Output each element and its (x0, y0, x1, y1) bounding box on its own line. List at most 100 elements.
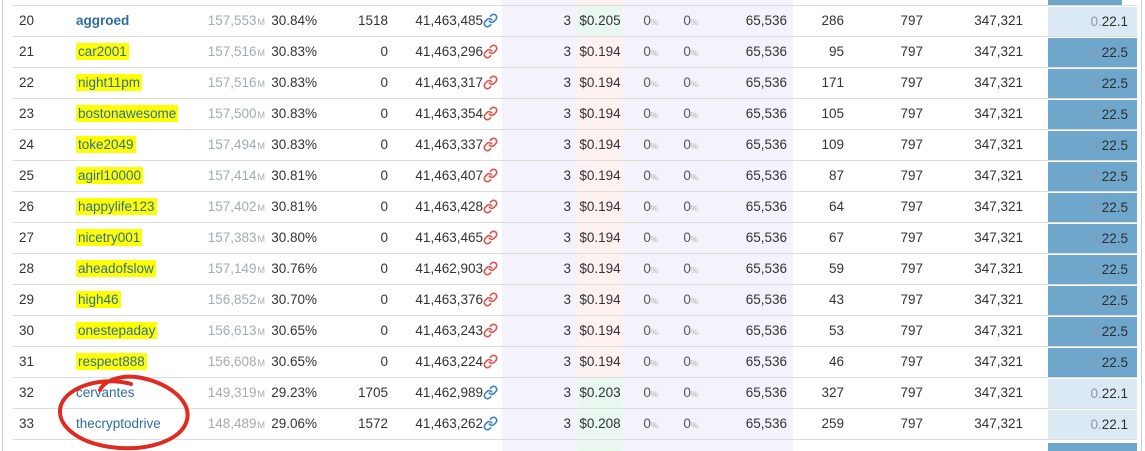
last-block-cell: 41,463,428 (415, 199, 483, 214)
version-prefix: 0. (1090, 76, 1102, 91)
table-row: 20 aggroed 157,553M 30.84% 1518 41,463,4… (13, 5, 1137, 37)
table-row: 29 high46 156,852M 30.70% 0 41,463,376 3… (13, 284, 1137, 316)
link-icon[interactable] (481, 130, 499, 160)
rank-cell: 20 (18, 13, 34, 28)
username-link[interactable]: respect888 (76, 353, 147, 370)
rank-cell: 22 (18, 75, 34, 90)
block-size-cell: 65,536 (745, 323, 787, 338)
col-c-cell: 347,321 (974, 168, 1023, 183)
last-block-cell: 41,462,989 (415, 385, 483, 400)
votes-unit: M (257, 17, 266, 27)
col-c-cell: 347,321 (974, 44, 1023, 59)
version-cell: 0.22.5 (1048, 286, 1137, 315)
username-link[interactable]: happylife123 (76, 198, 157, 215)
apr-value-1: 0 (643, 230, 651, 245)
missed-blocks-cell: 1705 (357, 385, 388, 400)
link-icon[interactable] (481, 161, 499, 191)
last-block-cell: 41,463,485 (415, 13, 483, 28)
version-prefix: 0. (1090, 262, 1102, 277)
version-prefix: 0. (1090, 14, 1102, 29)
vote-percent-cell: 30.84% (271, 13, 317, 28)
username-link[interactable]: aheadofslow (76, 260, 156, 277)
apr-cell-2: 0% (671, 68, 698, 98)
block-size-cell: 65,536 (745, 75, 787, 90)
missed-blocks-cell: 0 (380, 354, 388, 369)
apr-value-1: 0 (643, 323, 651, 338)
rank-cell: 29 (18, 292, 34, 307)
apr-cell-1: 0% (631, 192, 658, 222)
missed-blocks-cell: 0 (380, 199, 388, 214)
apr-cell-2: 0% (671, 37, 698, 67)
votes-unit: M (257, 327, 266, 337)
count-cell: 109 (821, 137, 844, 152)
rank-cell: 30 (18, 323, 34, 338)
version-prefix: 0. (1090, 169, 1102, 184)
apr-value-1: 0 (643, 385, 651, 400)
link-icon[interactable] (481, 409, 499, 439)
username-link[interactable]: toke2049 (76, 136, 136, 153)
link-icon[interactable] (481, 285, 499, 315)
version-prefix: 0. (1090, 107, 1102, 122)
link-icon[interactable] (481, 99, 499, 129)
percent-sign: % (650, 390, 658, 399)
table-row: 24 toke2049 157,494M 30.83% 0 41,463,337… (13, 129, 1137, 161)
rank-cell: 31 (18, 354, 34, 369)
votes-cell: 157,516M (173, 37, 265, 67)
last-block-cell: 41,463,296 (415, 44, 483, 59)
col-c-cell: 347,321 (974, 230, 1023, 245)
username-link[interactable]: thecryptodrive (76, 416, 161, 431)
col-b-cell: 797 (900, 230, 923, 245)
username-link[interactable]: cervantes (76, 385, 135, 400)
version-value: 22.5 (1101, 107, 1128, 122)
vote-percent-cell: 30.81% (271, 199, 317, 214)
username-link[interactable]: nicetry001 (76, 229, 143, 246)
votes-value: 156,852 (207, 292, 257, 307)
apr-cell-1: 0% (631, 223, 658, 253)
username-link[interactable]: high46 (76, 291, 121, 308)
percent-sign: % (650, 204, 658, 213)
username-link[interactable]: aggroed (76, 13, 129, 28)
price-feed-cell: $0.194 (578, 37, 622, 67)
table-row: 25 agirl10000 157,414M 30.81% 0 41,463,4… (13, 160, 1137, 192)
username-link[interactable]: agirl10000 (76, 167, 144, 184)
link-icon[interactable] (481, 254, 499, 284)
partial-row-below-price-fragment (578, 442, 622, 451)
table-row: 22 night11pm 157,516M 30.83% 0 41,463,31… (13, 67, 1137, 99)
missed-blocks-cell: 0 (380, 230, 388, 245)
version-value: 22.5 (1101, 76, 1128, 91)
votes-value: 156,608 (207, 354, 257, 369)
apr-value-1: 0 (643, 261, 651, 276)
link-icon[interactable] (481, 316, 499, 346)
link-icon[interactable] (481, 192, 499, 222)
link-icon[interactable] (481, 378, 499, 408)
votes-cell: 157,383M (173, 223, 265, 253)
col-c-cell: 347,321 (974, 385, 1023, 400)
username-link[interactable]: onestepaday (76, 322, 158, 339)
price-feed-cell: $0.208 (578, 409, 622, 439)
apr-cell-2: 0% (671, 99, 698, 129)
col-c-cell: 347,321 (974, 106, 1023, 121)
apr-value-2: 0 (683, 75, 691, 90)
vote-percent-cell: 29.06% (271, 416, 317, 431)
col-c-cell: 347,321 (974, 292, 1023, 307)
username-link[interactable]: night11pm (76, 74, 143, 91)
votes-unit: M (257, 48, 266, 58)
rank-cell: 25 (18, 168, 34, 183)
link-icon[interactable] (481, 37, 499, 67)
version-value: 22.5 (1101, 324, 1128, 339)
apr-cell-1: 0% (631, 130, 658, 160)
apr-value-2: 0 (683, 137, 691, 152)
vote-percent-cell: 30.80% (271, 230, 317, 245)
link-icon[interactable] (481, 6, 499, 36)
link-icon[interactable] (481, 68, 499, 98)
link-icon[interactable] (481, 223, 499, 253)
link-icon[interactable] (481, 347, 499, 377)
rank-cell: 28 (18, 261, 34, 276)
username-link[interactable]: car2001 (76, 43, 129, 60)
votes-unit: M (257, 141, 266, 151)
apr-cell-1: 0% (631, 68, 658, 98)
percent-sign: % (690, 266, 698, 275)
fee-cell: 3 (563, 292, 571, 307)
username-link[interactable]: bostonawesome (76, 105, 179, 122)
percent-sign: % (650, 111, 658, 120)
